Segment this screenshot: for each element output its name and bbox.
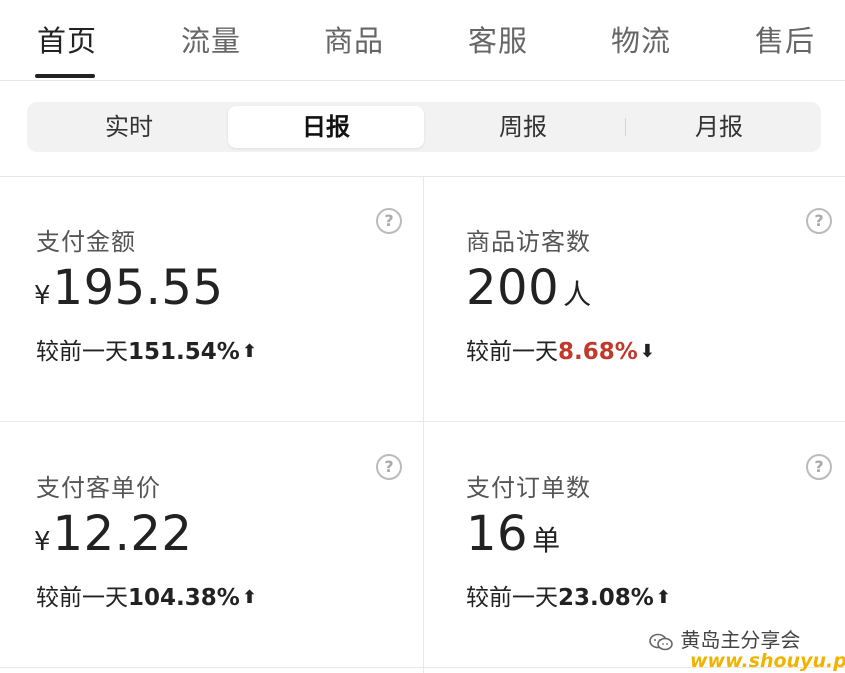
metric-unit: 单: [532, 524, 561, 557]
watermark-text: 黄岛主分享会: [680, 628, 801, 652]
segment-weekly[interactable]: 周报: [425, 106, 621, 148]
tab-customer-service[interactable]: 客服: [468, 18, 528, 60]
metric-card-product-visitors[interactable]: 商品访客数 ? 200 人 较前一天8.68% ⬇: [423, 208, 845, 402]
tab-products[interactable]: 商品: [324, 18, 384, 60]
segment-realtime[interactable]: 实时: [31, 106, 227, 148]
metric-value: ¥195.55: [34, 260, 224, 316]
currency-symbol: ¥: [34, 527, 51, 557]
metric-number: 16: [466, 506, 529, 562]
change-percent: 8.68%: [558, 339, 638, 365]
metric-value: 16 单: [466, 506, 560, 562]
metric-value: ¥12.22: [34, 506, 192, 562]
compare-label: 较前一天: [466, 585, 558, 611]
tab-logistics[interactable]: 物流: [611, 18, 671, 60]
help-icon[interactable]: ?: [376, 454, 402, 480]
metric-number: 12.22: [52, 506, 193, 562]
compare-label: 较前一天: [466, 339, 558, 365]
wechat-icon: [649, 633, 673, 650]
metric-label: 支付客单价: [36, 474, 161, 502]
tab-traffic[interactable]: 流量: [181, 18, 241, 60]
metric-label: 商品访客数: [466, 228, 591, 256]
metric-value: 200 人: [466, 260, 591, 316]
tab-home[interactable]: 首页: [37, 18, 97, 60]
active-tab-indicator: [35, 74, 95, 78]
metric-comparison: 较前一天8.68% ⬇: [466, 332, 655, 366]
arrow-up-icon: ⬆: [241, 341, 257, 362]
help-icon[interactable]: ?: [806, 208, 832, 234]
compare-label: 较前一天: [36, 585, 128, 611]
arrow-up-icon: ⬆: [241, 587, 257, 608]
help-icon[interactable]: ?: [806, 454, 832, 480]
arrow-down-icon: ⬇: [639, 341, 655, 362]
compare-label: 较前一天: [36, 339, 128, 365]
change-percent: 23.08%: [558, 585, 654, 611]
watermark: 黄岛主分享会: [648, 624, 800, 653]
segment-daily[interactable]: 日报: [228, 106, 424, 148]
change-percent: 104.38%: [128, 585, 240, 611]
metric-unit: 人: [563, 278, 592, 311]
arrow-up-icon: ⬆: [655, 587, 671, 608]
segment-monthly[interactable]: 月报: [621, 106, 817, 148]
metric-label: 支付金额: [36, 228, 136, 256]
help-icon[interactable]: ?: [376, 208, 402, 234]
tab-after-sales[interactable]: 售后: [755, 18, 815, 60]
metric-number: 200: [466, 260, 560, 316]
change-percent: 151.54%: [128, 339, 240, 365]
metric-number: 195.55: [52, 260, 224, 316]
period-segmented-control: 实时 日报 周报 月报: [27, 102, 821, 152]
metric-comparison: 较前一天104.38% ⬆: [36, 578, 257, 612]
metric-card-order-count[interactable]: 支付订单数 ? 16 单 较前一天23.08% ⬆: [423, 454, 845, 648]
metric-comparison: 较前一天151.54% ⬆: [36, 332, 257, 366]
metric-label: 支付订单数: [466, 474, 591, 502]
currency-symbol: ¥: [34, 281, 51, 311]
metric-card-payment-amount[interactable]: 支付金额 ? ¥195.55 较前一天151.54% ⬆: [0, 208, 422, 402]
metric-card-avg-order-value[interactable]: 支付客单价 ? ¥12.22 较前一天104.38% ⬆: [0, 454, 422, 648]
watermark-url: www.shouyu.pw: [690, 650, 845, 672]
top-tab-bar: 首页 流量 商品 客服 物流 售后: [0, 0, 845, 81]
metric-comparison: 较前一天23.08% ⬆: [466, 578, 671, 612]
